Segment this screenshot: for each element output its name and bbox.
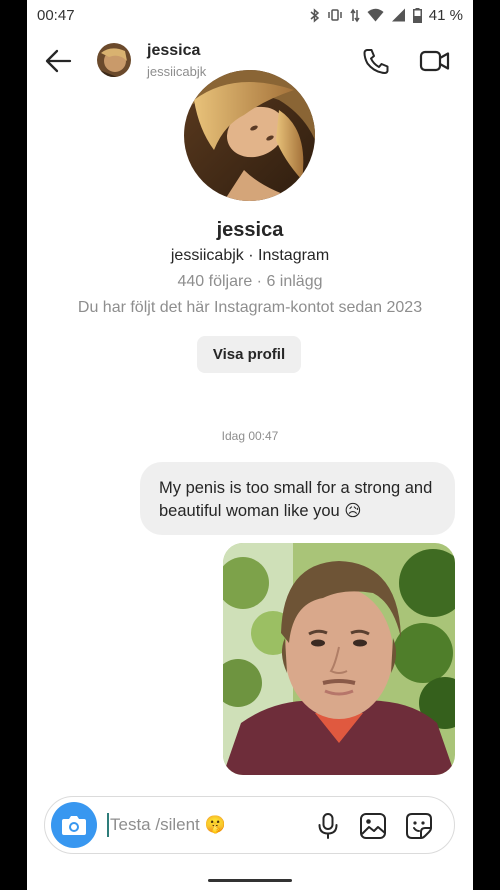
sticker-button[interactable]: [405, 812, 433, 840]
message-bubble[interactable]: My penis is too small for a strong and b…: [140, 462, 455, 535]
microphone-icon: [318, 813, 338, 839]
profile-username-line: jessiicabjk · Instagram: [170, 247, 330, 264]
profile-name: jessica: [216, 219, 284, 241]
text-caret: [107, 813, 109, 837]
back-arrow-icon: [45, 49, 72, 73]
photo-image: [223, 543, 455, 775]
camera-icon: [62, 816, 86, 835]
voice-call-button[interactable]: [361, 47, 391, 75]
message-composer: [44, 796, 455, 854]
gallery-button[interactable]: [359, 812, 387, 840]
header-name[interactable]: jessica: [147, 42, 200, 60]
signal-icon: [391, 8, 405, 22]
battery-icon: [412, 7, 422, 23]
gallery-icon: [360, 813, 386, 839]
profile-avatar[interactable]: [184, 70, 315, 201]
vibrate-icon: [328, 9, 342, 21]
home-indicator[interactable]: [208, 879, 292, 882]
bluetooth-icon: [310, 7, 319, 23]
avatar-image: [97, 43, 131, 77]
header-avatar[interactable]: [97, 43, 131, 77]
profile-follow-info: Du har följt det här Instagram-kontot se…: [77, 299, 423, 316]
phone-icon: [363, 49, 389, 74]
profile-photo: [184, 70, 315, 201]
data-arrows-icon: [350, 8, 360, 22]
header-username: jessiicabjk: [147, 64, 207, 79]
status-time: 00:47: [37, 6, 75, 24]
voice-message-button[interactable]: [315, 812, 341, 840]
battery-level: 41 %: [428, 6, 463, 24]
photo-message[interactable]: [223, 543, 455, 775]
message-input[interactable]: [110, 812, 270, 838]
profile-stats: 440 följare · 6 inlägg: [177, 273, 323, 290]
camera-button[interactable]: [51, 802, 97, 848]
wifi-icon: [367, 8, 384, 22]
profile-platform: Instagram: [258, 247, 330, 264]
chat-timestamp: Idag 00:47: [221, 429, 279, 443]
sticker-icon: [406, 813, 432, 839]
status-bar: 00:47 41 %: [27, 0, 473, 30]
video-call-button[interactable]: [419, 47, 451, 75]
profile-username: jessiicabjk: [170, 247, 244, 264]
video-camera-icon: [419, 50, 450, 72]
status-icons: 41 %: [310, 7, 463, 24]
back-button[interactable]: [43, 47, 73, 75]
view-profile-button[interactable]: Visa profil: [197, 336, 301, 373]
chat-screen: 00:47 41 % jessica jessiicabjk jessica j…: [27, 0, 473, 890]
